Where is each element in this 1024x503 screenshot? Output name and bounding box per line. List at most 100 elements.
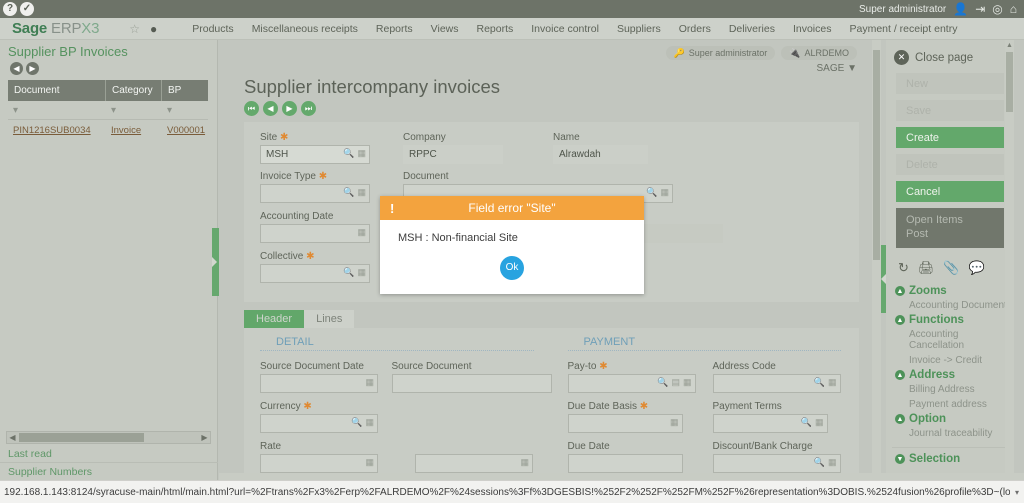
menu-item-miscellaneous-receipts[interactable]: Miscellaneous receipts <box>243 23 367 35</box>
discount-bank-charge-input[interactable]: 🔍 ▦ <box>712 454 841 473</box>
rate-input[interactable]: ▦ <box>260 454 378 473</box>
search-icon[interactable]: 🔍 <box>343 148 354 159</box>
scroll-left-icon[interactable]: ◀ <box>7 433 18 442</box>
pay-to-input[interactable]: 🔍 ▤ ▦ <box>567 374 696 393</box>
search-icon[interactable]: 🔍 <box>351 417 362 428</box>
attach-icon[interactable]: 📎 <box>943 260 959 276</box>
cell-bp[interactable]: V000001 <box>162 125 208 136</box>
menu-item-reports-2[interactable]: Reports <box>468 23 523 35</box>
comment-icon[interactable]: 💬 <box>969 260 985 276</box>
new-button[interactable]: New <box>896 73 1004 94</box>
search-icon[interactable]: 🔍 <box>814 377 825 388</box>
section-header-functions[interactable]: ▲ Functions <box>895 313 1014 327</box>
supplier-numbers-label[interactable]: Supplier Numbers <box>0 462 218 478</box>
rate-secondary-input[interactable]: ▦ <box>415 454 533 473</box>
select-icon[interactable]: ▦ <box>357 187 366 198</box>
menu-item-payment-receipt-entry[interactable]: Payment / receipt entry <box>840 23 966 35</box>
select-icon[interactable]: ▦ <box>365 457 374 468</box>
sidebar-item-billing-address[interactable]: Billing Address <box>895 382 1014 397</box>
next-page-icon[interactable]: ▶ <box>26 62 39 75</box>
ok-button[interactable]: Ok <box>500 256 524 280</box>
section-header-zooms[interactable]: ▲ Zooms <box>895 284 1014 298</box>
badge-alrdemo[interactable]: 🔌 ALRDEMO <box>781 46 857 60</box>
select-icon[interactable]: ▦ <box>357 267 366 278</box>
select-icon[interactable]: ▦ <box>357 148 366 159</box>
section-header-option[interactable]: ▲ Option <box>895 412 1014 426</box>
left-panel-collapse-handle[interactable] <box>212 228 219 296</box>
home-icon[interactable]: ⌂ <box>1010 3 1017 15</box>
sidebar-item-journal-traceability[interactable]: Journal traceability <box>895 426 1014 441</box>
site-input[interactable]: MSH 🔍 ▦ <box>260 145 370 164</box>
print-icon[interactable]: 🖨 <box>918 260 935 276</box>
select-icon[interactable]: ▦ <box>815 417 824 428</box>
scroll-right-icon[interactable]: ▶ <box>199 433 210 442</box>
due-date-basis-input[interactable]: ▦ <box>567 414 683 433</box>
collective-input[interactable]: 🔍 ▦ <box>260 264 370 283</box>
search-icon[interactable]: 🔍 <box>343 187 354 198</box>
menu-item-products[interactable]: Products <box>183 23 242 35</box>
select-icon[interactable]: ▦ <box>520 457 529 468</box>
target-icon[interactable]: ◎ <box>992 3 1002 15</box>
left-panel-horizontal-scrollbar[interactable]: ◀ ▶ <box>6 431 211 444</box>
menu-item-orders[interactable]: Orders <box>670 23 720 35</box>
main-horizontal-scrollbar[interactable] <box>219 473 1024 480</box>
sidebar-item-accounting-document[interactable]: Accounting Document <box>895 298 1014 313</box>
star-icon[interactable]: ☆ <box>129 22 140 36</box>
filter-icon-document[interactable]: ▾ <box>8 101 106 119</box>
last-read-label[interactable]: Last read <box>0 448 218 460</box>
cell-document[interactable]: PIN1216SUB0034 <box>8 125 106 136</box>
column-header-document[interactable]: Document <box>8 80 106 101</box>
filter-icon-category[interactable]: ▾ <box>106 101 162 119</box>
prev-page-icon[interactable]: ◀ <box>10 62 23 75</box>
select-icon[interactable]: ▦ <box>660 187 669 198</box>
scrollbar-thumb[interactable] <box>1006 52 1013 112</box>
search-icon[interactable]: 🔍 <box>657 377 668 388</box>
delete-button[interactable]: Delete <box>896 154 1004 175</box>
select-icon[interactable]: ▦ <box>365 417 374 428</box>
calendar-icon[interactable]: ▦ <box>365 377 374 388</box>
calendar-icon[interactable]: ▦ <box>670 417 679 428</box>
menu-item-views[interactable]: Views <box>422 23 468 35</box>
due-date-input[interactable] <box>567 454 683 473</box>
sidebar-item-payment-address[interactable]: Payment address <box>895 397 1014 412</box>
source-document-input[interactable] <box>391 374 552 393</box>
create-button[interactable]: Create <box>896 127 1004 148</box>
badge-super-administrator[interactable]: 🔑 Super administrator <box>665 46 776 60</box>
address-code-input[interactable]: 🔍 ▦ <box>712 374 841 393</box>
main-vertical-scrollbar[interactable] <box>872 40 881 480</box>
payment-terms-input[interactable]: 🔍 ▦ <box>712 414 828 433</box>
open-items-post-button[interactable]: Open Items Post <box>896 208 1004 248</box>
select-icon[interactable]: ▦ <box>828 377 837 388</box>
column-header-category[interactable]: Category <box>106 80 162 101</box>
scrollbar-thumb[interactable] <box>19 433 144 442</box>
logout-icon[interactable]: ⇥ <box>975 3 985 15</box>
table-row[interactable]: PIN1216SUB0034 Invoice V000001 <box>8 120 208 140</box>
sidebar-vertical-scrollbar[interactable]: ▲ <box>1005 40 1014 480</box>
chevron-circle-icon[interactable]: ● <box>150 22 157 36</box>
scroll-up-icon[interactable]: ▲ <box>1005 40 1014 49</box>
menu-item-suppliers[interactable]: Suppliers <box>608 23 670 35</box>
brand-logo[interactable]: Sage ERPX3 <box>0 20 99 37</box>
tab-lines[interactable]: Lines <box>304 310 355 328</box>
select-icon[interactable]: ▦ <box>828 457 837 468</box>
section-header-selection[interactable]: ▼ Selection <box>895 452 1014 466</box>
cell-category[interactable]: Invoice <box>106 125 162 136</box>
search-icon[interactable]: 🔍 <box>646 187 657 198</box>
help-icon[interactable]: ? <box>3 2 17 16</box>
last-record-icon[interactable]: ⏭ <box>301 101 316 116</box>
folder-selector[interactable]: SAGE ▼ <box>219 60 879 74</box>
search-icon[interactable]: 🔍 <box>814 457 825 468</box>
next-record-icon[interactable]: ▶ <box>282 101 297 116</box>
close-page-button[interactable]: ✕ Close page <box>886 40 1014 73</box>
menu-item-invoices[interactable]: Invoices <box>784 23 841 35</box>
menu-item-reports-1[interactable]: Reports <box>367 23 422 35</box>
select-icon[interactable]: ▦ <box>683 377 692 388</box>
first-record-icon[interactable]: ⏮ <box>244 101 259 116</box>
search-icon[interactable]: 🔍 <box>801 417 812 428</box>
sidebar-item-accounting-cancellation[interactable]: Accounting Cancellation <box>895 327 1014 353</box>
tab-header[interactable]: Header <box>244 310 305 328</box>
brush-icon[interactable]: ✓ <box>20 2 34 16</box>
invoice-type-input[interactable]: 🔍 ▦ <box>260 184 370 203</box>
previous-record-icon[interactable]: ◀ <box>263 101 278 116</box>
source-document-date-input[interactable]: ▦ <box>260 374 378 393</box>
